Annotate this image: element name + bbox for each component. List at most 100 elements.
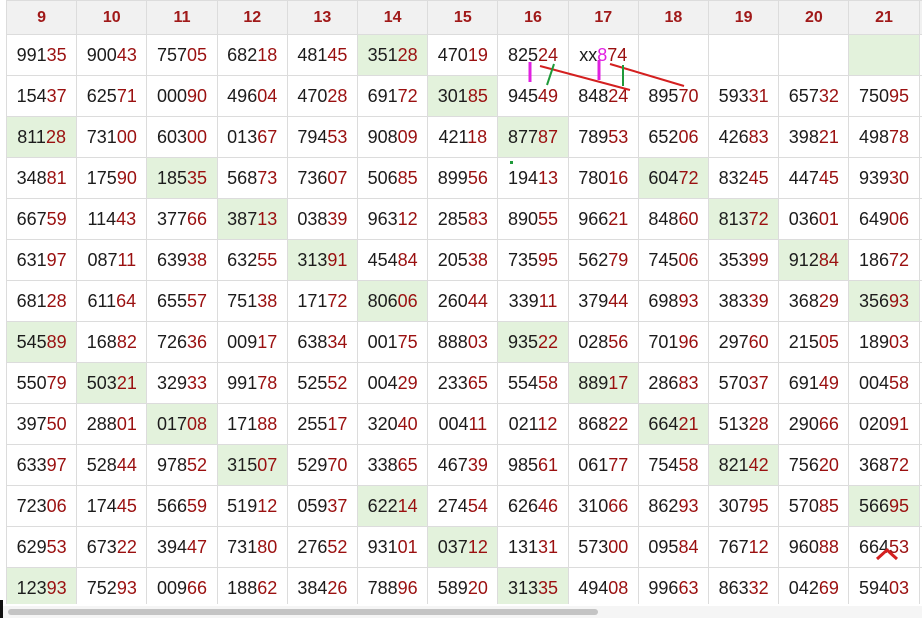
result-cell: 96621 [567, 198, 639, 240]
number-head: 731 [227, 536, 258, 557]
column-header: 12 [216, 0, 288, 35]
number-head: 315 [227, 454, 258, 475]
number-tail: 72 [397, 85, 418, 106]
result-cell: 54589 [6, 321, 78, 363]
number-head: 384 [297, 577, 328, 598]
result-cell: 87787 [497, 116, 569, 158]
scrollbar-thumb[interactable] [8, 609, 598, 615]
number-head: 274 [437, 495, 468, 516]
column-header: 18 [637, 0, 710, 35]
number-head: 288 [86, 413, 117, 434]
result-cell: 59403 [848, 567, 920, 604]
number-head: 895 [648, 85, 679, 106]
result-cell: 81128 [6, 116, 78, 158]
result-cell: 17590 [76, 157, 148, 199]
number-head: 603 [156, 126, 188, 147]
result-cell: 37944 [567, 280, 639, 322]
number-head: 000 [156, 85, 188, 106]
number-head: 021 [508, 413, 538, 434]
number-tail: 58 [678, 454, 699, 475]
result-cell: 97852 [146, 444, 218, 486]
number-tail: 47 [187, 536, 208, 557]
number-tail: 17 [608, 372, 629, 393]
horizontal-scrollbar[interactable] [0, 606, 922, 618]
number-head: 682 [227, 44, 258, 65]
number-head: 935 [507, 331, 539, 352]
result-cell: 31507 [216, 444, 288, 486]
result-cell: 60300 [146, 116, 218, 158]
result-cell: 66759 [6, 198, 78, 240]
number-head: 260 [437, 290, 468, 311]
result-cell: 75458 [637, 444, 710, 486]
number-head: 329 [156, 372, 188, 393]
result-cell: 93930 [848, 157, 920, 199]
number-tail: 91 [327, 249, 348, 270]
number-tail: 60 [678, 208, 699, 229]
result-cell: 51328 [708, 403, 780, 445]
result-cell: 62571 [76, 75, 148, 117]
number-tail: 96 [397, 577, 418, 598]
number-tail: 66 [187, 577, 208, 598]
number-head: 519 [227, 495, 258, 516]
number-tail: 08 [608, 577, 629, 598]
result-cell: 56279 [567, 239, 639, 281]
number-tail: 01 [116, 413, 137, 434]
result-cell: 35693 [848, 280, 920, 322]
number-tail: 17 [257, 331, 278, 352]
result-cell: 01367 [216, 116, 288, 158]
result-cell: 57300 [567, 526, 639, 568]
result-cell: 90809 [357, 116, 429, 158]
number-head: 171 [297, 290, 328, 311]
result-cell: 90043 [76, 34, 148, 76]
number-head: 513 [718, 413, 749, 434]
number-head: 788 [367, 577, 398, 598]
result-cell: 84824 [567, 75, 639, 117]
result-cell: 38426 [286, 567, 359, 604]
table-row: 55079 50321 32933 99178 52552 00429 23365 55458… [6, 362, 922, 404]
number-head: 751 [227, 290, 258, 311]
number-tail: 28 [397, 44, 418, 65]
number-tail: 95 [889, 495, 910, 516]
result-cell: 46739 [427, 444, 499, 486]
result-cell: 70196 [637, 321, 710, 363]
table-row: 34881 17590 18535 56873 73607 50685 89956 19413… [6, 157, 922, 199]
number-head: 038 [297, 208, 328, 229]
number-head: 862 [648, 495, 679, 516]
number-tail: 71 [116, 85, 137, 106]
scroll-to-top-button[interactable] [868, 537, 906, 571]
table-row: 72306 17445 56659 51912 05937 62214 27454 62646… [6, 485, 922, 527]
number-head: 168 [86, 331, 117, 352]
number-head: 426 [718, 126, 749, 147]
number-head: 754 [648, 454, 679, 475]
number-head: 966 [578, 208, 609, 229]
result-cell: 02091 [848, 403, 920, 445]
number-tail: 29 [818, 290, 839, 311]
result-cell: 03601 [778, 198, 850, 240]
number-tail: 93 [116, 577, 137, 598]
result-cell: 45484 [357, 239, 429, 281]
number-head: 525 [297, 372, 328, 393]
result-cell: 03712 [427, 526, 499, 568]
number-tail: 79 [46, 372, 67, 393]
result-cell: 00411 [427, 403, 499, 445]
result-cell: 37766 [146, 198, 218, 240]
result-cell: 75620 [778, 444, 850, 486]
result-cell: 78896 [357, 567, 429, 604]
result-cell: 63397 [6, 444, 78, 486]
table-row: 15437 62571 00090 49604 47028 69172 30185 94549… [6, 75, 922, 117]
result-cell: 63197 [6, 239, 78, 281]
number-head: 698 [648, 290, 679, 311]
number-head: 789 [578, 126, 609, 147]
number-tail: 09 [397, 126, 418, 147]
number-tail: 24 [608, 85, 629, 106]
number-tail: 56 [467, 167, 488, 188]
number-head: 611 [87, 290, 117, 311]
number-head: 691 [788, 372, 819, 393]
number-head: 633 [16, 454, 47, 475]
number-tail: 93 [46, 577, 67, 598]
table-row: 99135 90043 75705 68218 48145 35128 47019 82524… [6, 34, 922, 76]
number-tail: 97 [46, 454, 67, 475]
result-cell: 50321 [76, 362, 148, 404]
number-tail: 77 [608, 454, 629, 475]
number-tail: 72 [889, 454, 910, 475]
